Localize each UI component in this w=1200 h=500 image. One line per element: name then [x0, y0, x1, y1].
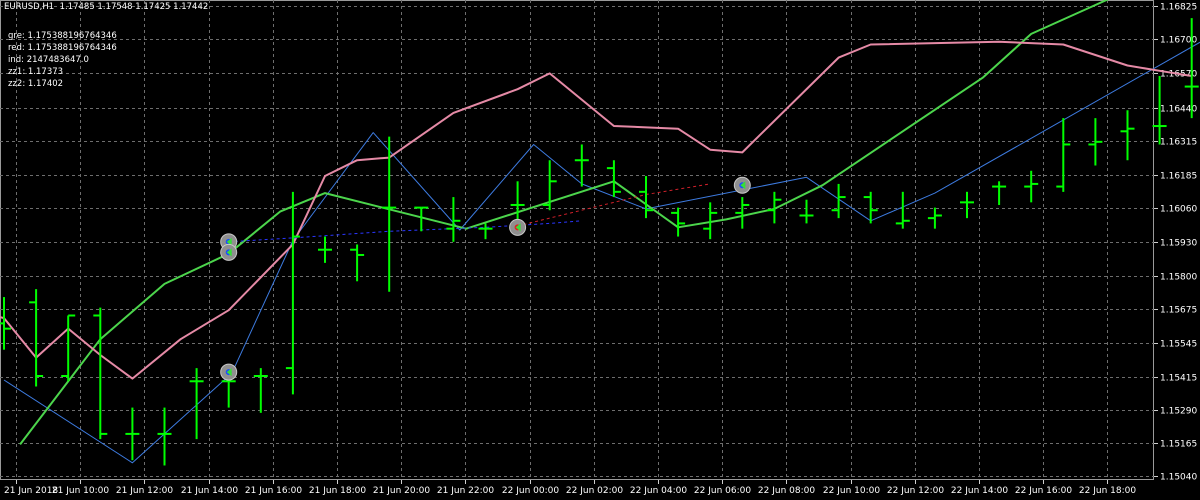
time-tick-label: 22 Jun 10:00 [823, 486, 880, 496]
chart-window[interactable]: 1.16825 1.16700 1.16570 1.16440 1.16315 1.161… [0, 0, 1200, 500]
time-tick-label: 21 Jun 20:00 [373, 486, 430, 496]
time-tick-label: 21 Jun 14:00 [181, 486, 238, 496]
time-tick-label: 22 Jun 04:00 [630, 486, 687, 496]
price-tick-label: 1.15165 [1160, 440, 1197, 450]
price-tick-label: 1.16185 [1160, 172, 1197, 182]
price-tick-label: 1.15415 [1160, 374, 1197, 384]
price-tick-label: 1.15290 [1160, 407, 1197, 417]
time-tick-label: 21 Jun 10:00 [52, 486, 109, 496]
time-tick-label: 22 Jun 14:00 [951, 486, 1008, 496]
time-tick-label: 22 Jun 02:00 [566, 486, 623, 496]
zigzag-line [3, 41, 1200, 464]
price-tick-label: 1.15930 [1160, 239, 1197, 249]
time-tick-label: 22 Jun 08:00 [758, 486, 815, 496]
info-line-zz1: zz1: 1.17373 [8, 67, 64, 77]
chart-header: EURUSD,H1 1.17485 1.17548 1.17425 1.1744… [4, 2, 208, 12]
time-tick-label: 21 Jun 22:00 [437, 486, 494, 496]
info-line-zz2: zz2: 1.17402 [8, 79, 64, 89]
time-tick-label: 21 Jun 16:00 [245, 486, 302, 496]
info-line-red: red: 1.175388196764346 [8, 43, 117, 53]
time-tick-label: 22 Jun 12:00 [887, 486, 944, 496]
ohlc-label: 1.17485 1.17548 1.17425 1.17442 [59, 2, 209, 12]
price-tick-label: 1.15545 [1160, 340, 1197, 350]
price-tick-label: 1.15800 [1160, 273, 1197, 283]
price-tick-label: 1.16315 [1160, 138, 1197, 148]
pink-indicator-line [0, 40, 1192, 380]
time-tick-label: 21 Jun 12:00 [116, 486, 173, 496]
price-chart[interactable]: 1.168251.167001.165701.164401.163151.161… [0, 0, 1200, 500]
time-tick-label: 22 Jun 18:00 [1079, 486, 1136, 496]
price-tick-label: 1.15675 [1160, 306, 1197, 316]
time-tick-label: 21 Jun 2018 [4, 486, 58, 496]
price-tick-label: 1.15040 [1160, 473, 1197, 483]
symbol-label: EURUSD,H1 [4, 2, 55, 12]
time-tick-label: 22 Jun 00:00 [502, 486, 559, 496]
info-line-ind: ind: 2147483647.0 [8, 55, 89, 65]
info-line-gre: gre: 1.175388196764346 [8, 31, 117, 41]
price-tick-label: 1.16825 [1160, 3, 1197, 13]
time-tick-label: 21 Jun 18:00 [309, 486, 366, 496]
price-tick-label: 1.16060 [1160, 205, 1197, 215]
time-tick-label: 22 Jun 16:00 [1015, 486, 1072, 496]
plot-frame [0, 0, 1154, 480]
time-tick-label: 22 Jun 06:00 [694, 486, 751, 496]
blue-dashed-line [228, 220, 582, 243]
